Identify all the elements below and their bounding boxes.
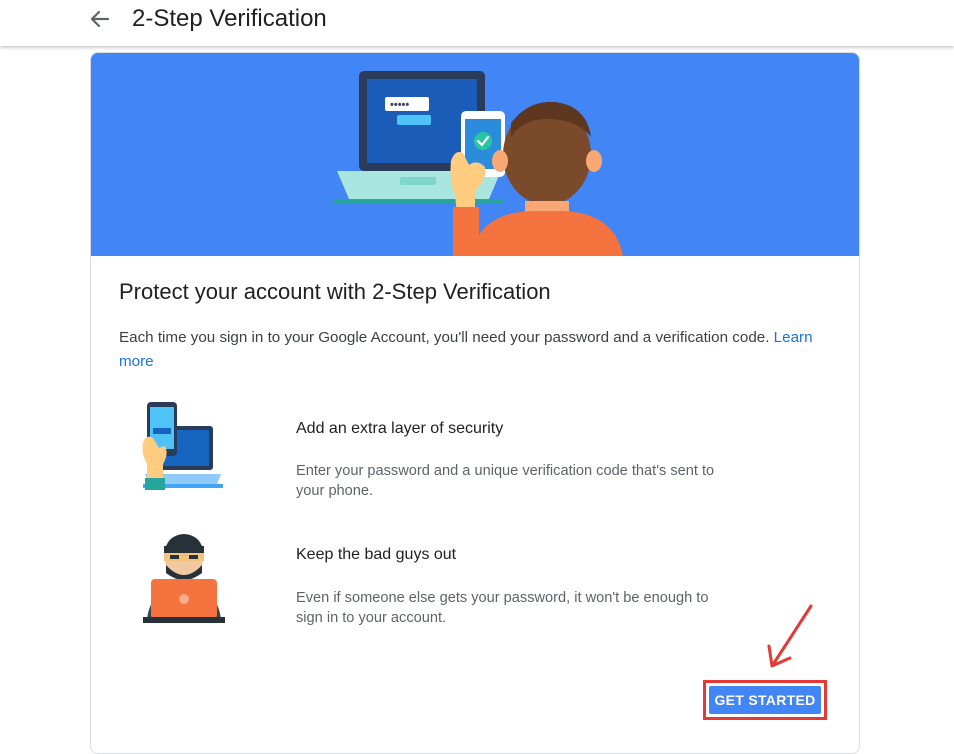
intro-paragraph: Each time you sign in to your Google Acc… bbox=[119, 326, 819, 374]
feature-illustration-security bbox=[129, 398, 229, 503]
back-button[interactable] bbox=[86, 5, 114, 33]
hero-banner: ••••• bbox=[91, 53, 859, 256]
top-app-bar: 2-Step Verification bbox=[0, 0, 954, 46]
arrow-back-icon bbox=[90, 10, 110, 28]
feature-title-bad-guys: Keep the bad guys out bbox=[296, 546, 457, 563]
red-arrow-icon bbox=[767, 604, 813, 668]
feature-title-security: Add an extra layer of security bbox=[296, 420, 504, 437]
verification-card: ••••• Protect your account with 2-Step V… bbox=[90, 52, 860, 754]
feature-desc-security: Enter your password and a unique verific… bbox=[296, 463, 715, 499]
get-started-button[interactable]: GET STARTED bbox=[709, 686, 821, 714]
phone-laptop-illustration bbox=[142, 402, 223, 490]
feature-illustration-bad-guys bbox=[139, 523, 229, 628]
password-mask: ••••• bbox=[390, 99, 409, 111]
get-started-highlight: GET STARTED bbox=[703, 680, 827, 720]
intro-text: Each time you sign in to your Google Acc… bbox=[119, 329, 770, 346]
hacker-illustration bbox=[143, 534, 225, 623]
feature-desc-bad-guys: Even if someone else gets your password,… bbox=[296, 590, 709, 626]
page-title: 2-Step Verification bbox=[132, 5, 327, 32]
card-heading: Protect your account with 2-Step Verific… bbox=[119, 279, 551, 304]
person-laptop-phone-illustration: ••••• bbox=[333, 71, 623, 256]
